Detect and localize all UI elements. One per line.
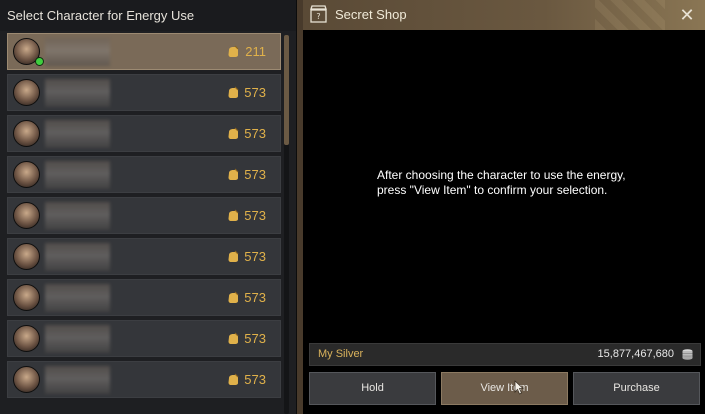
energy-value: 573 (244, 85, 266, 100)
character-name-redacted (45, 366, 110, 394)
character-row[interactable]: 573 (7, 74, 281, 111)
energy-bag-icon (228, 168, 239, 180)
energy-value: 573 (244, 167, 266, 182)
energy-value: 573 (244, 331, 266, 346)
character-name-redacted (45, 79, 110, 107)
my-silver-bar: My Silver 15,877,467,680 (309, 343, 701, 366)
character-portrait (13, 325, 40, 352)
mouse-cursor-icon (514, 380, 525, 395)
character-portrait (13, 79, 40, 106)
energy-value: 573 (244, 249, 266, 264)
my-silver-label: My Silver (318, 348, 364, 360)
character-list-scrollbar[interactable] (284, 35, 289, 414)
shop-instruction-message: After choosing the character to use the … (377, 168, 677, 198)
character-name-redacted (45, 38, 110, 66)
character-portrait (13, 202, 40, 229)
shop-header: ? Secret Shop ✕ (303, 0, 705, 30)
character-portrait (13, 120, 40, 147)
character-row[interactable]: 573 (7, 320, 281, 357)
character-row[interactable]: 573 (7, 156, 281, 193)
message-line-1: After choosing the character to use the … (377, 168, 626, 182)
character-row[interactable]: 573 (7, 361, 281, 398)
silver-coins-icon (682, 349, 693, 360)
my-silver-value: 15,877,467,680 (597, 348, 674, 360)
character-row[interactable]: 211 (7, 33, 281, 70)
secret-shop-panel: ? Secret Shop ✕ After choosing the chara… (303, 0, 705, 414)
svg-text:?: ? (316, 12, 320, 21)
character-name-redacted (45, 325, 110, 353)
energy-value: 573 (244, 126, 266, 141)
hold-button[interactable]: Hold (309, 372, 436, 405)
online-status-dot (35, 57, 44, 66)
character-name-redacted (45, 120, 110, 148)
character-portrait (13, 161, 40, 188)
purchase-button[interactable]: Purchase (573, 372, 700, 405)
character-name-redacted (45, 284, 110, 312)
character-portrait (13, 284, 40, 311)
energy-value: 573 (244, 208, 266, 223)
character-name-redacted (45, 243, 110, 271)
energy-value: 573 (244, 372, 266, 387)
character-row[interactable]: 573 (7, 279, 281, 316)
character-panel-title: Select Character for Energy Use (0, 0, 296, 31)
shop-title: Secret Shop (335, 7, 407, 22)
character-row[interactable]: 573 (7, 115, 281, 152)
close-icon[interactable]: ✕ (677, 5, 697, 25)
shop-icon: ? (310, 5, 327, 23)
energy-bag-icon (228, 332, 239, 344)
energy-value: 211 (245, 44, 266, 59)
energy-bag-icon (228, 250, 239, 262)
character-row[interactable]: 573 (7, 197, 281, 234)
character-name-redacted (45, 202, 110, 230)
energy-value: 573 (244, 290, 266, 305)
game-window: Select Character for Energy Use 211 573 57… (0, 0, 705, 414)
character-row[interactable]: 573 (7, 238, 281, 275)
character-portrait (13, 366, 40, 393)
character-select-panel: Select Character for Energy Use 211 573 57… (0, 0, 297, 414)
energy-bag-icon (228, 86, 239, 98)
message-line-2: press "View Item" to confirm your select… (377, 183, 608, 197)
energy-bag-icon (228, 373, 239, 385)
view-item-button[interactable]: View Item (441, 372, 568, 405)
character-portrait (13, 243, 40, 270)
scrollbar-thumb[interactable] (284, 35, 289, 145)
energy-bag-icon (228, 209, 239, 221)
energy-bag-icon (228, 127, 239, 139)
energy-bag-icon (228, 291, 239, 303)
character-list: 211 573 573 573 573 573 573 573 573 (7, 33, 281, 414)
energy-bag-icon (228, 45, 239, 57)
character-name-redacted (45, 161, 110, 189)
